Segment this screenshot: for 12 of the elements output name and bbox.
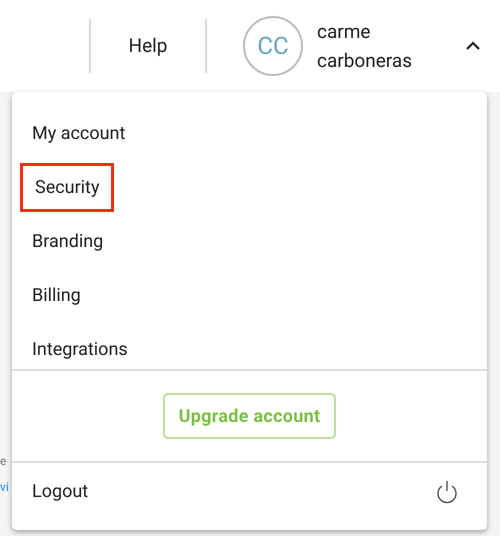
menu-item[interactable]: Security	[20, 162, 114, 212]
help-link[interactable]: Help	[91, 32, 205, 60]
power-icon[interactable]	[435, 480, 459, 504]
page-text: e	[0, 453, 8, 470]
menu-item[interactable]: Branding	[32, 228, 104, 254]
menu-item[interactable]: Billing	[32, 282, 81, 308]
menu-item[interactable]: My account	[32, 120, 126, 146]
user-name: carme carboneras	[317, 19, 413, 74]
page-text: vi	[0, 479, 9, 496]
logout-link[interactable]: Logout	[32, 478, 88, 505]
chevron-icon[interactable]	[465, 41, 481, 51]
menu-item[interactable]: Integrations	[32, 336, 128, 362]
